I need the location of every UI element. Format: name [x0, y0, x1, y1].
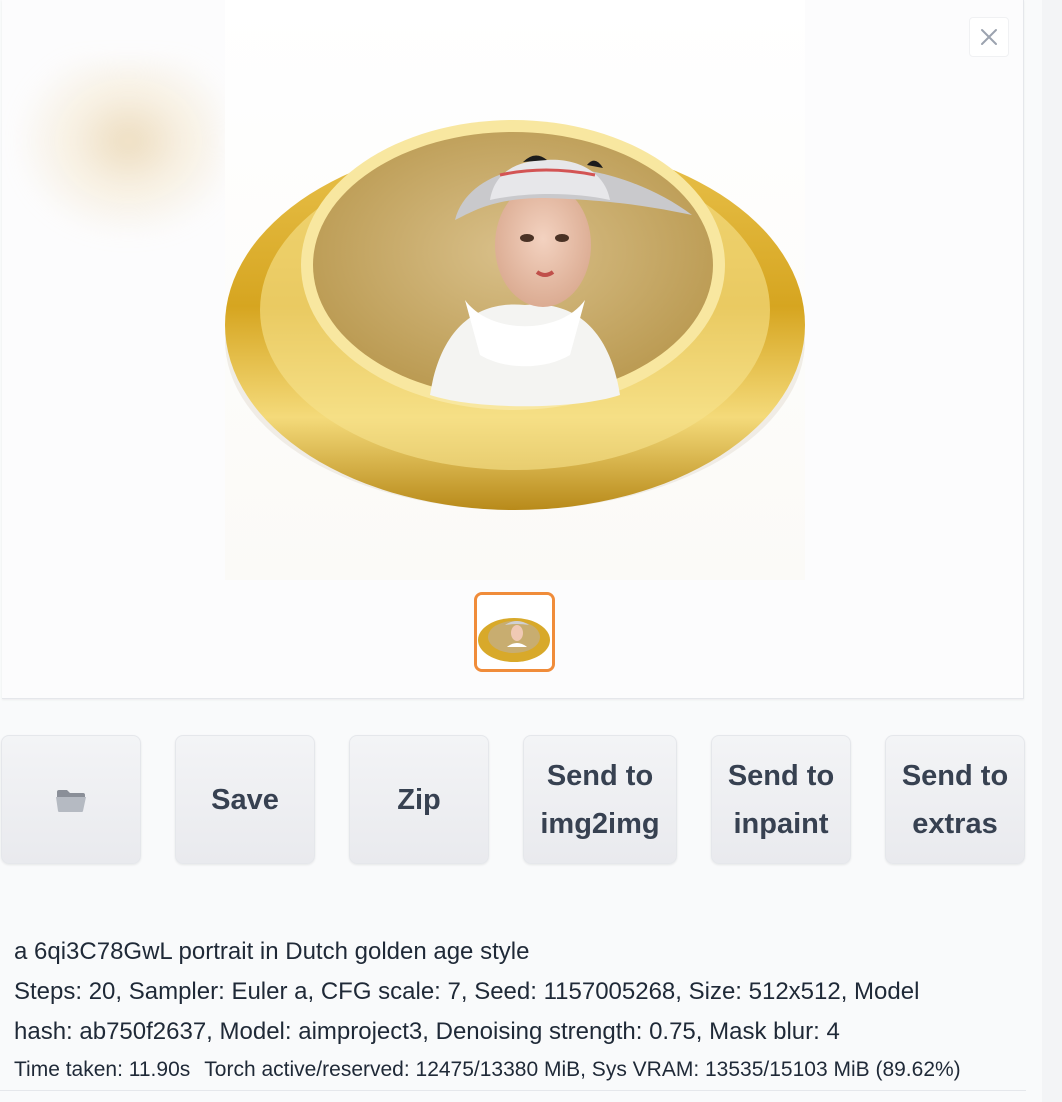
- close-icon: [981, 29, 997, 45]
- save-button-label: Save: [211, 783, 279, 816]
- send-to-extras-line1: Send to: [901, 759, 1009, 792]
- open-folder-button[interactable]: [1, 735, 141, 864]
- send-to-inpaint-line1: Send to: [727, 759, 835, 792]
- send-to-img2img-line2: img2img: [540, 807, 660, 840]
- params-line-1: Steps: 20, Sampler: Euler a, CFG scale: …: [14, 978, 920, 1005]
- divider: [0, 1090, 1026, 1091]
- image-gallery: [2, 0, 1024, 699]
- time-taken: Time taken: 11.90s: [14, 1058, 191, 1081]
- prompt-text: a 6qi3C78GwL portrait in Dutch golden ag…: [14, 938, 530, 965]
- close-button[interactable]: [969, 17, 1009, 57]
- send-to-extras-line2: extras: [912, 807, 998, 840]
- params-line-2: hash: ab750f2637, Model: aimproject3, De…: [14, 1018, 840, 1045]
- save-button[interactable]: Save: [175, 735, 315, 864]
- send-to-inpaint-button[interactable]: Send to inpaint: [711, 735, 851, 864]
- generation-info: a 6qi3C78GwL portrait in Dutch golden ag…: [14, 932, 1014, 1052]
- performance-info: Time taken: 11.90s Torch active/reserved:…: [14, 1055, 1044, 1085]
- folder-icon: [56, 789, 86, 812]
- gallery-thumbnail[interactable]: [474, 592, 555, 672]
- blurred-preview: [12, 60, 224, 240]
- send-to-img2img-line1: Send to: [546, 759, 654, 792]
- scrollbar[interactable]: [1042, 0, 1062, 1102]
- zip-button[interactable]: Zip: [349, 735, 489, 864]
- main-image[interactable]: [225, 0, 805, 580]
- send-to-extras-button[interactable]: Send to extras: [885, 735, 1025, 864]
- portrait-plate-illustration: [225, 120, 805, 510]
- send-to-img2img-button[interactable]: Send to img2img: [523, 735, 677, 864]
- zip-button-label: Zip: [397, 783, 441, 816]
- memory-usage: Torch active/reserved: 12475/13380 MiB, …: [204, 1058, 961, 1081]
- thumbnail-image: [477, 595, 552, 669]
- send-to-inpaint-line2: inpaint: [733, 807, 829, 840]
